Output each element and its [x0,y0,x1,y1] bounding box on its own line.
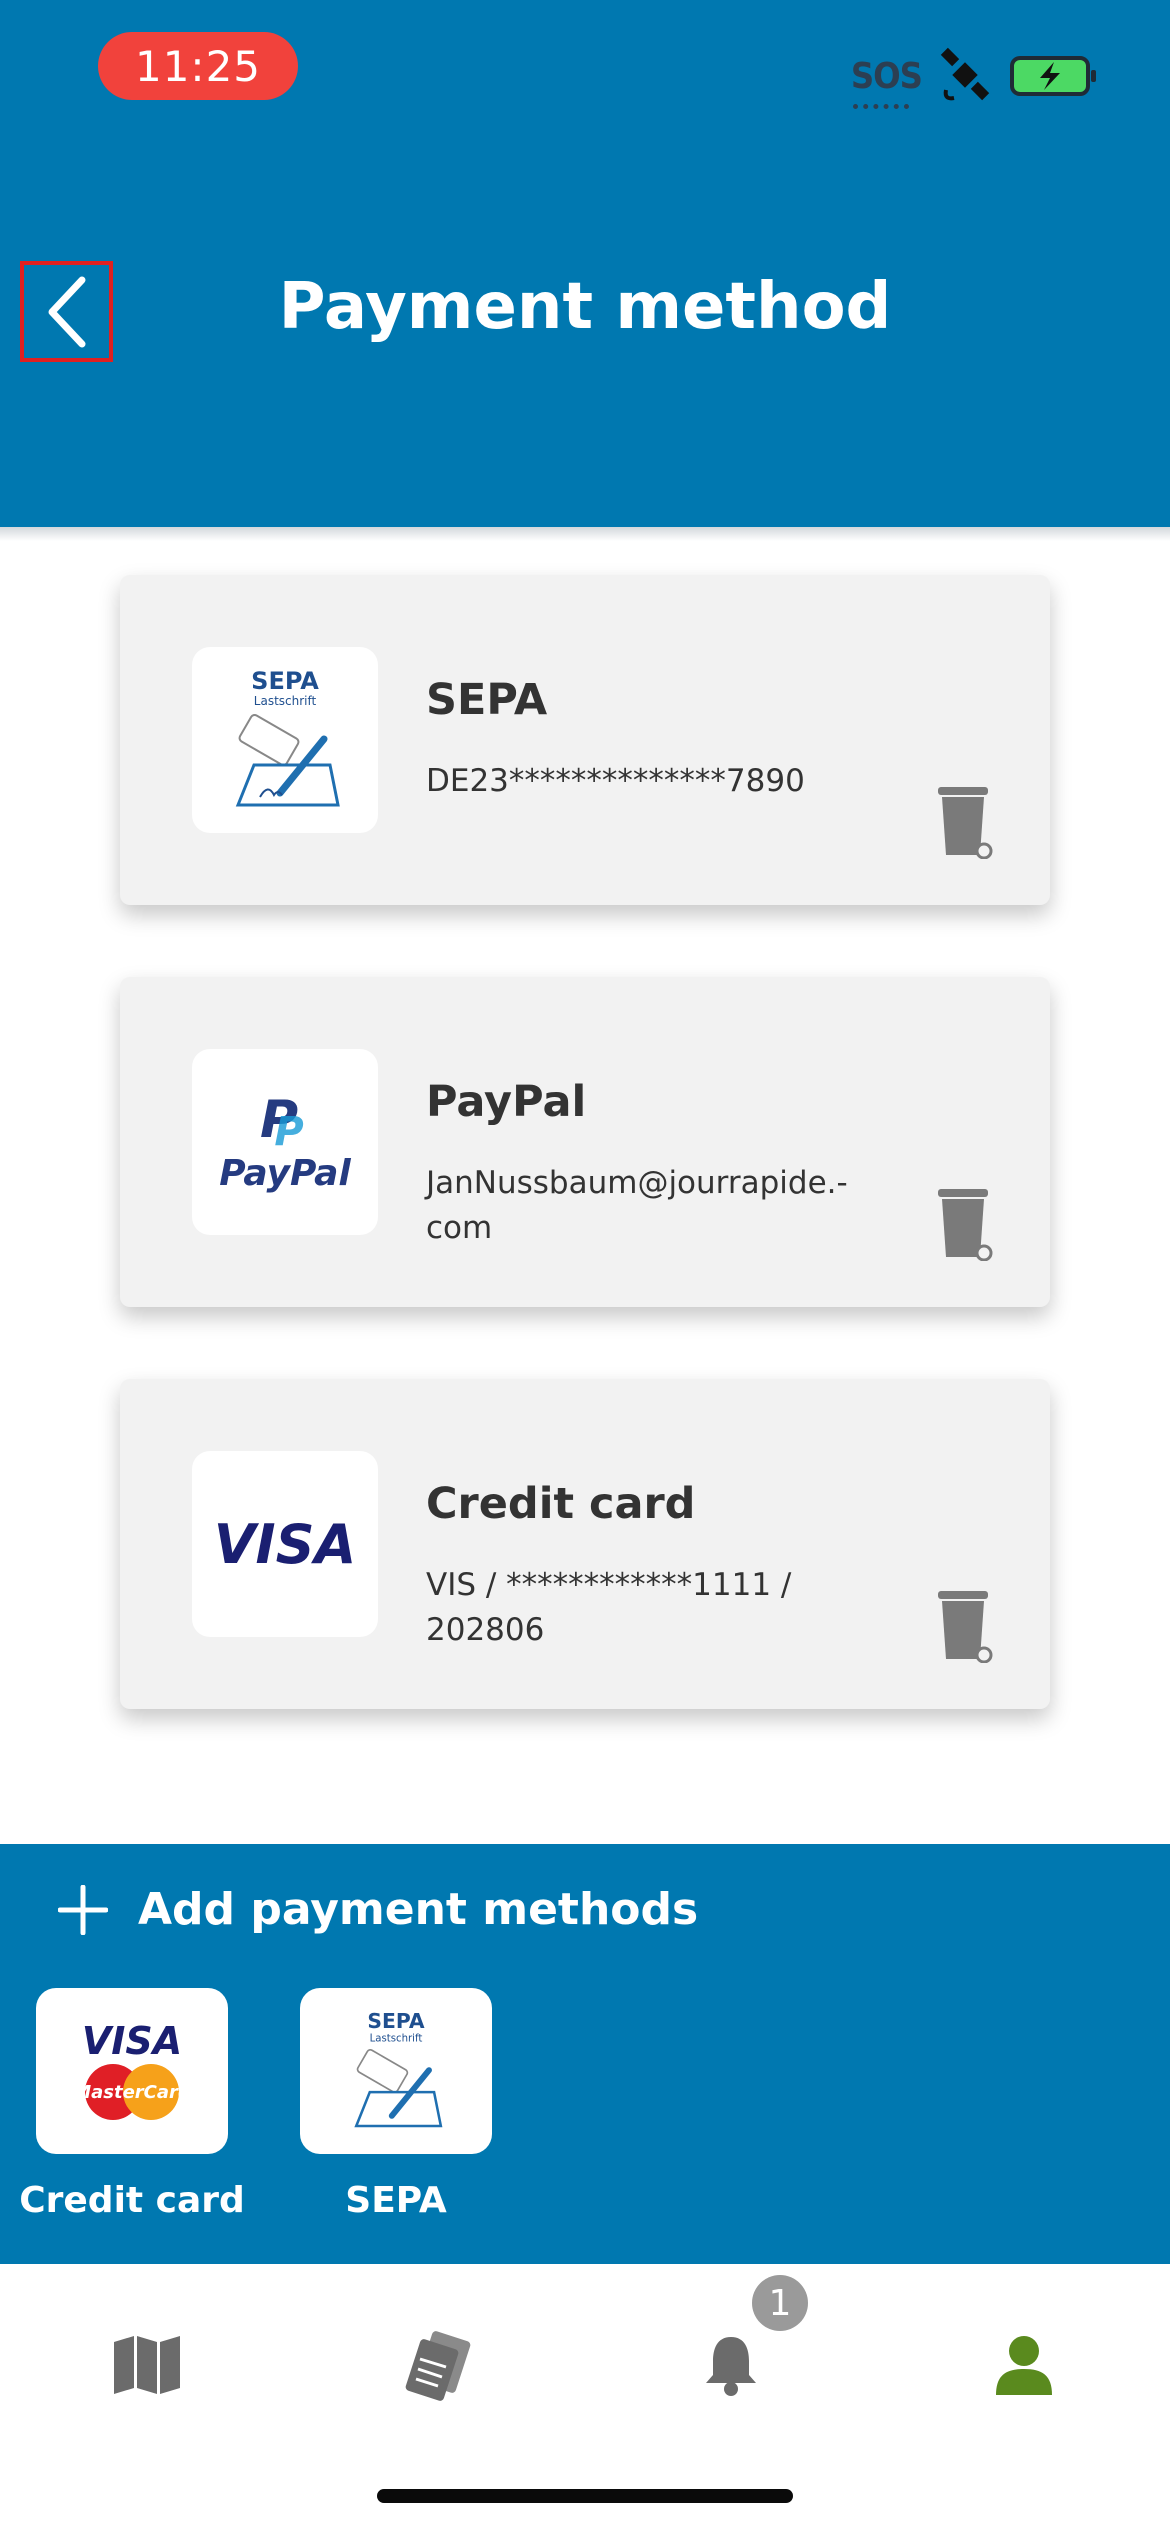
svg-text:Lastschrift: Lastschrift [370,2033,423,2044]
tickets-icon [405,2331,471,2401]
paypal-logo-icon: P P PayPal [219,1090,351,1194]
svg-text:Lastschrift: Lastschrift [254,694,317,708]
paypal-logo: P P PayPal [192,1049,378,1235]
home-indicator[interactable] [377,2489,793,2503]
sepa-tile[interactable]: SEPA Lastschrift [300,1988,492,2154]
payment-card-credit-card[interactable]: VISA Credit card VIS / ************1111 … [120,1379,1050,1709]
payment-detail: JanNussbaum@jourrapide.- com [426,1165,848,1246]
svg-text:VISA: VISA [82,2019,182,2063]
header: 11:25 SOS Payment method [0,0,1170,527]
svg-text:PayPal: PayPal [219,1153,351,1194]
add-credit-card-option[interactable]: VISA MasterCard Credit card [19,1988,245,2221]
payment-detail: DE23**************7890 [426,763,805,799]
svg-text:SEPA: SEPA [251,667,319,695]
sos-indicator: SOS [850,55,923,109]
trash-icon[interactable] [934,1187,996,1261]
add-payment-label: Add payment methods [138,1884,699,1935]
tab-tickets[interactable] [383,2310,493,2420]
add-sepa-option[interactable]: SEPA Lastschrift SEPA [300,1988,492,2221]
payment-card-paypal[interactable]: P P PayPal PayPal JanNussbaum@jourrapide… [120,977,1050,1307]
header-divider [0,527,1170,541]
map-icon [114,2336,180,2394]
sos-signal-dots [852,103,909,109]
battery-icon [1010,56,1096,96]
svg-text:VISA: VISA [214,1513,357,1576]
visa-logo-icon: VISA [214,1513,357,1576]
payment-detail: VIS / ************1111 / 202806 [426,1567,792,1648]
status-time: 11:25 [98,32,298,100]
trash-icon[interactable] [934,1589,996,1663]
add-payment-section: Add payment methods VISA MasterCard Cred… [0,1844,1170,2264]
credit-card-tile[interactable]: VISA MasterCard [36,1988,228,2154]
sepa-logo-icon: SEPA Lastschrift [235,667,340,807]
payment-title: PayPal [426,1077,587,1127]
notification-badge: 1 [752,2275,808,2331]
payment-card-sepa[interactable]: SEPA Lastschrift SEPA DE23**************… [120,575,1050,905]
sos-label: SOS [850,55,923,97]
tab-profile[interactable] [969,2310,1079,2420]
satellite-icon [940,47,990,101]
sepa-logo: SEPA Lastschrift [192,647,378,833]
visa-logo: VISA [192,1451,378,1637]
svg-text:P: P [274,1109,303,1155]
trash-icon[interactable] [934,785,996,859]
page-title: Payment method [278,270,892,344]
sepa-logo-icon: SEPA Lastschrift [354,2009,443,2128]
payment-title: Credit card [426,1479,696,1529]
tab-map[interactable] [92,2310,202,2420]
payment-method-screen: 11:25 SOS Payment method SEPA Lastschrif… [0,0,1170,2532]
plus-icon [58,1884,108,1935]
profile-icon [996,2336,1052,2395]
svg-text:MasterCard: MasterCard [73,2082,192,2103]
visa-mastercard-icon: VISA MasterCard [73,2019,192,2120]
payment-title: SEPA [426,675,548,725]
add-payment-methods-button[interactable]: Add payment methods [58,1884,698,1935]
sepa-option-label: SEPA [345,2180,447,2221]
bell-icon [706,2337,756,2396]
credit-card-option-label: Credit card [19,2180,245,2221]
svg-text:SEPA: SEPA [367,2009,424,2033]
status-icons: SOS [850,46,1096,109]
